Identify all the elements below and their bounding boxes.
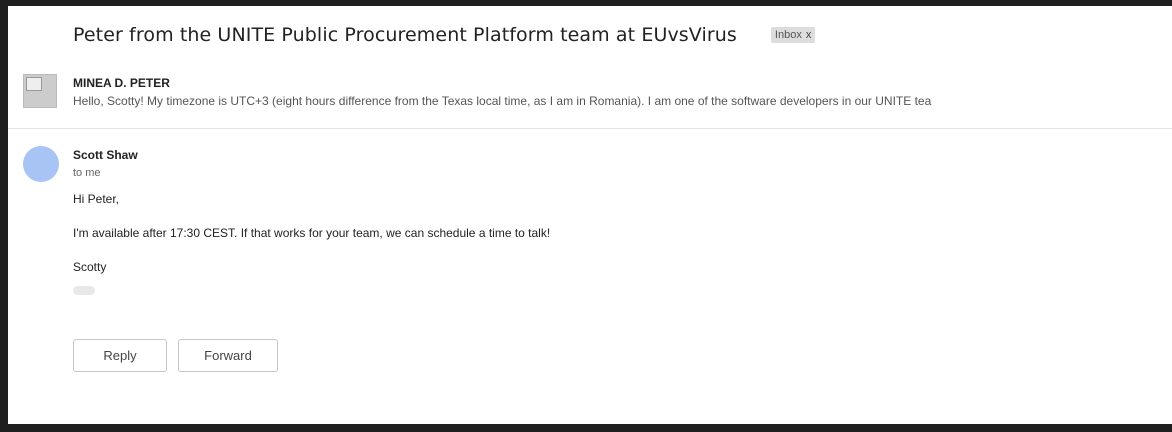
sender-name: MINEA D. PETER [73, 76, 170, 90]
body-text: I'm available after 17:30 CEST. If that … [73, 226, 551, 240]
thread-subject: Peter from the UNITE Public Procurement … [73, 24, 737, 46]
body-signature: Scotty [73, 260, 107, 274]
subject-row: Peter from the UNITE Public Procurement … [73, 24, 816, 46]
divider [8, 128, 1172, 129]
recipient-line[interactable]: to me [73, 167, 101, 179]
avatar [23, 146, 59, 182]
show-trimmed-content-button[interactable] [73, 286, 95, 295]
reply-label: Reply [103, 348, 137, 363]
forward-label: Forward [204, 348, 252, 363]
forward-button[interactable]: Forward [178, 339, 278, 372]
message-snippet: Hello, Scotty! My timezone is UTC+3 (eig… [73, 94, 932, 108]
body-greeting: Hi Peter, [73, 192, 120, 206]
avatar [23, 74, 57, 108]
inbox-label-chip[interactable]: Inbox x [770, 27, 816, 43]
sender-name: Scott Shaw [73, 148, 138, 162]
remove-label-icon[interactable]: x [806, 29, 812, 41]
email-thread-panel: Peter from the UNITE Public Procurement … [8, 6, 1172, 424]
label-text: Inbox [774, 29, 802, 41]
broken-image-icon [26, 77, 42, 91]
reply-button[interactable]: Reply [73, 339, 167, 372]
